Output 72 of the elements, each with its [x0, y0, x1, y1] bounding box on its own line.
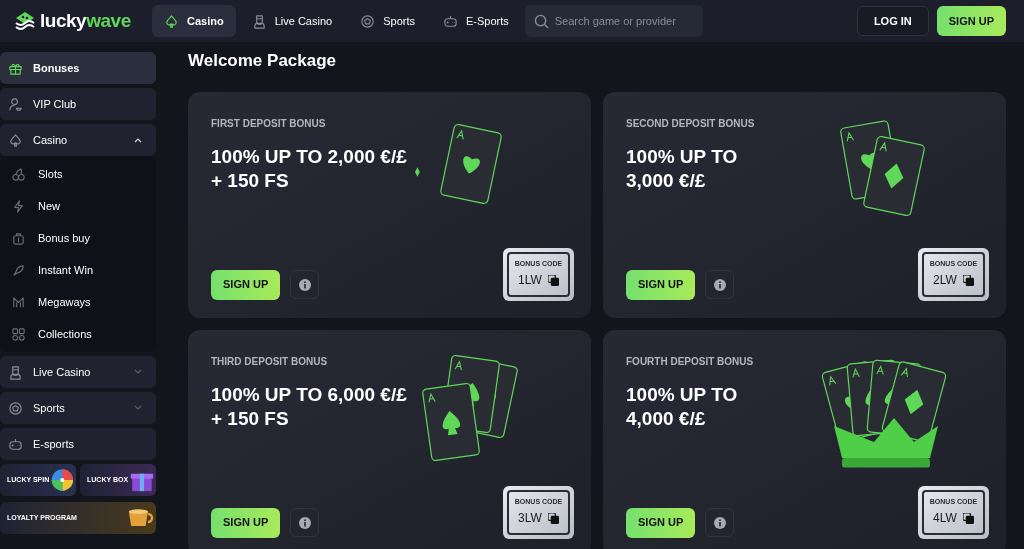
- bonus-code: 3LW: [518, 510, 542, 528]
- info-button[interactable]: [705, 270, 735, 299]
- lightning-icon: [11, 198, 26, 214]
- chevron-icon: [134, 137, 142, 143]
- sidebar-item[interactable]: Casino: [0, 124, 156, 156]
- copy-icon[interactable]: [547, 274, 559, 286]
- chevron-icon: [134, 369, 142, 375]
- submenu-item[interactable]: Collections: [0, 318, 156, 350]
- nav-tab[interactable]: Casino: [152, 5, 236, 37]
- info-button[interactable]: [290, 508, 320, 537]
- spade-icon: [8, 132, 23, 148]
- nav-tab[interactable]: Live Casino: [239, 5, 345, 37]
- bonus-offer: 100% UP TO 6,000 €/£: [211, 382, 407, 407]
- gamepad-icon: [8, 436, 23, 452]
- section-title: Welcome Package: [188, 50, 338, 72]
- bonus-code: 4LW: [933, 510, 957, 528]
- spade-icon: [164, 13, 179, 29]
- info-icon: [713, 278, 726, 291]
- bonus-offer: 100% UP TO: [626, 144, 738, 169]
- submenu-item[interactable]: Bonus buy: [0, 222, 156, 254]
- football-icon: [8, 400, 23, 416]
- person-icon: [8, 96, 23, 112]
- copy-icon[interactable]: [962, 274, 974, 286]
- bonus-code: 1LW: [518, 272, 542, 290]
- search-icon: [533, 14, 549, 29]
- football-icon: [360, 13, 376, 29]
- submenu-item[interactable]: New: [0, 190, 156, 222]
- sidebar-item[interactable]: Bonuses: [0, 52, 156, 84]
- submenu-item[interactable]: Megaways: [0, 286, 156, 318]
- bonus-offer: + 150 FS: [211, 168, 289, 193]
- bag-icon: [11, 230, 26, 246]
- grid-icon: [11, 326, 26, 342]
- sidebar-item[interactable]: VIP Club: [0, 88, 156, 120]
- sign-up-button[interactable]: SIGN UP: [211, 269, 281, 300]
- sidebar-item[interactable]: Live Casino: [0, 356, 156, 388]
- info-icon: [713, 516, 726, 529]
- bonus-label: FIRST DEPOSIT BONUS: [211, 116, 327, 131]
- nav-tab[interactable]: E-Sports: [430, 5, 521, 37]
- log-in-button[interactable]: LOG IN: [856, 6, 929, 36]
- sign-up-button[interactable]: SIGN UP: [626, 269, 696, 300]
- copy-icon[interactable]: [547, 512, 559, 524]
- copy-icon[interactable]: [962, 512, 974, 524]
- dealer-icon: [8, 364, 23, 380]
- info-icon: [298, 516, 311, 529]
- letter-m-icon: [11, 294, 26, 310]
- bonus-code: 2LW: [933, 272, 957, 290]
- chevron-icon: [134, 405, 142, 411]
- info-icon: [298, 278, 311, 291]
- sign-up-button[interactable]: SIGN UP: [626, 507, 696, 538]
- bonus-offer: 100% UP TO: [626, 382, 738, 407]
- dealer-icon: [251, 13, 267, 29]
- nav-tab[interactable]: Sports: [348, 5, 427, 37]
- info-button[interactable]: [290, 270, 320, 299]
- bonus-offer: + 150 FS: [211, 406, 289, 431]
- sign-up-button[interactable]: SIGN UP: [211, 507, 281, 538]
- bonus-offer: 3,000 €/£: [626, 168, 706, 193]
- gamepad-icon: [442, 13, 458, 29]
- logo-icon: [14, 11, 36, 31]
- bonus-offer: 100% UP TO 2,000 €/£: [211, 144, 407, 169]
- sign-up-button[interactable]: SIGN UP: [936, 6, 1006, 36]
- sidebar-item[interactable]: E-sports: [0, 428, 156, 460]
- bonus-label: THIRD DEPOSIT BONUS: [211, 354, 329, 369]
- bonus-label: FOURTH DEPOSIT BONUS: [626, 354, 755, 369]
- submenu-item[interactable]: Slots: [0, 158, 156, 190]
- submenu-item[interactable]: Instant Win: [0, 254, 156, 286]
- bonus-label: SECOND DEPOSIT BONUS: [626, 116, 756, 131]
- bonus-offer: 4,000 €/£: [626, 406, 706, 431]
- logo-text: luckywave: [40, 8, 131, 33]
- sidebar-item[interactable]: Sports: [0, 392, 156, 424]
- cherry-icon: [11, 166, 26, 182]
- search-field[interactable]: Search game or provider: [524, 5, 703, 37]
- info-button[interactable]: [705, 508, 735, 537]
